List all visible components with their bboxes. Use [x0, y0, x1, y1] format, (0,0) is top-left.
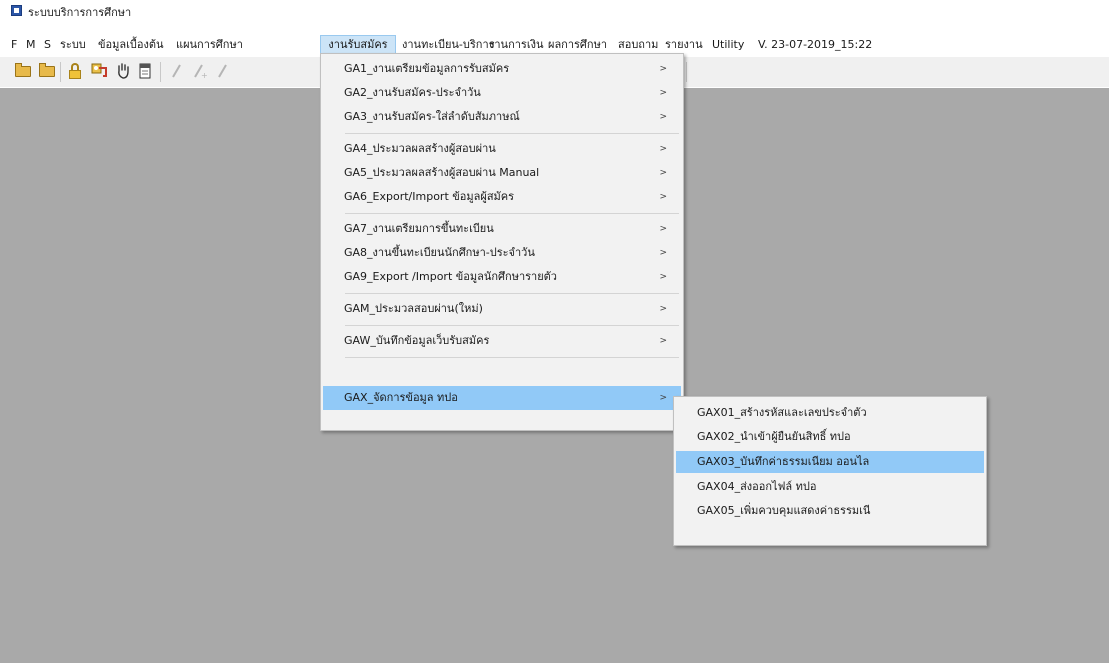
menu-f[interactable]: F [11, 35, 17, 55]
admission-dropdown-menu: GA1_งานเตรียมข้อมูลการรับสมัคร > GA2_งานร… [320, 53, 684, 431]
menu-item-ga2[interactable]: GA2_งานรับสมัคร-ประจำวัน > [323, 82, 681, 104]
menu-m[interactable]: M [26, 35, 36, 55]
toolbar-separator [60, 62, 61, 82]
chevron-right-icon: > [659, 112, 667, 122]
menu-item-ga4[interactable]: GA4_ประมวลผลสร้างผู้สอบผ่าน > [323, 138, 681, 160]
submenu-item-gax01[interactable]: GAX01_สร้างรหัสและเลขประจำตัว [676, 402, 984, 424]
lock-icon[interactable] [66, 62, 84, 80]
pencil-icon[interactable] [214, 62, 232, 80]
menu-item-ga1[interactable]: GA1_งานเตรียมข้อมูลการรับสมัคร > [323, 58, 681, 80]
open-folder-icon[interactable] [14, 62, 32, 80]
menu-item-gax[interactable]: GAX_จัดการข้อมูล ทปอ > [323, 386, 681, 410]
menu-item-ga7[interactable]: GA7_งานเตรียมการขึ้นทะเบียน > [323, 218, 681, 240]
menu-finance[interactable]: งานการเงิน [489, 35, 543, 55]
chevron-right-icon: > [659, 88, 667, 98]
menu-separator [345, 133, 679, 134]
menu-registration-service[interactable]: งานทะเบียน-บริการ [402, 35, 495, 55]
menu-item-ga9[interactable]: GA9_Export /Import ข้อมูลนักศึกษารายตัว > [323, 266, 681, 288]
menu-admission[interactable]: งานรับสมัคร [320, 35, 396, 55]
menu-item-gaw[interactable]: GAW_บันทึกข้อมูลเว็บรับสมัคร > [323, 330, 681, 352]
version-label: V. 23-07-2019_15:22 [758, 38, 873, 51]
keys-icon[interactable] [90, 62, 108, 80]
chevron-right-icon: > [659, 336, 667, 346]
window-title: ระบบบริการการศึกษา [28, 6, 132, 19]
title-bar: ระบบบริการการศึกษา [0, 0, 1109, 20]
svg-text:+: + [201, 71, 208, 80]
menu-item-ga3[interactable]: GA3_งานรับสมัคร-ใส่ลำดับสัมภาษณ์ > [323, 106, 681, 128]
chevron-right-icon: > [659, 192, 667, 202]
chevron-right-icon: > [659, 272, 667, 282]
menu-item-ga5[interactable]: GA5_ประมวลผลสร้างผู้สอบผ่าน Manual > [323, 162, 681, 184]
chevron-right-icon: > [659, 248, 667, 258]
chevron-right-icon: > [659, 224, 667, 234]
toolbar-separator [686, 62, 687, 82]
pencil-icon[interactable] [168, 62, 186, 80]
submenu-item-gax05[interactable]: GAX05_เพิ่มควบคุมแสดงค่าธรรมเนี [676, 500, 984, 522]
app-icon [11, 5, 22, 16]
submenu-item-gax03[interactable]: GAX03_บันทึกค่าธรรมเนียม ออนไล [676, 451, 984, 473]
menu-basic-data[interactable]: ข้อมูลเบื้องต้น [98, 35, 164, 55]
menu-item-ga8[interactable]: GA8_งานขึ้นทะเบียนนักศึกษา-ประจำวัน > [323, 242, 681, 264]
menu-item-ga6[interactable]: GA6_Export/Import ข้อมูลผู้สมัคร > [323, 186, 681, 208]
document-icon[interactable] [136, 62, 154, 80]
menu-separator [345, 325, 679, 326]
menu-report[interactable]: รายงาน [665, 35, 703, 55]
chevron-right-icon: > [659, 393, 667, 403]
hand-icon[interactable] [114, 62, 132, 80]
chevron-right-icon: > [659, 168, 667, 178]
menu-inquiry[interactable]: สอบถาม [618, 35, 658, 55]
submenu-item-gax02[interactable]: GAX02_นำเข้าผู้ยืนยันสิทธิ์ ทปอ [676, 426, 984, 448]
submenu-item-gax04[interactable]: GAX04_ส่งออกไฟล์ ทปอ [676, 476, 984, 498]
folder-icon[interactable] [38, 62, 56, 80]
menu-system[interactable]: ระบบ [60, 35, 86, 55]
chevron-right-icon: > [659, 64, 667, 74]
menu-item-gam[interactable]: GAM_ประมวลสอบผ่าน(ใหม่) > [323, 298, 681, 320]
menu-separator [345, 293, 679, 294]
menu-study-plan[interactable]: แผนการศึกษา [176, 35, 243, 55]
menu-separator [345, 213, 679, 214]
menu-bar: F M S ระบบ ข้อมูลเบื้องต้น แผนการศึกษา ง… [0, 35, 1109, 55]
gax-submenu: GAX01_สร้างรหัสและเลขประจำตัว GAX02_นำเข… [673, 396, 987, 546]
menu-s[interactable]: S [44, 35, 51, 55]
menu-utility[interactable]: Utility [712, 35, 744, 55]
pencil-plus-icon[interactable]: + [190, 62, 208, 80]
menu-separator [345, 357, 679, 358]
menu-study-result[interactable]: ผลการศึกษา [548, 35, 607, 55]
chevron-right-icon: > [659, 304, 667, 314]
chevron-right-icon: > [659, 144, 667, 154]
toolbar-separator [160, 62, 161, 82]
